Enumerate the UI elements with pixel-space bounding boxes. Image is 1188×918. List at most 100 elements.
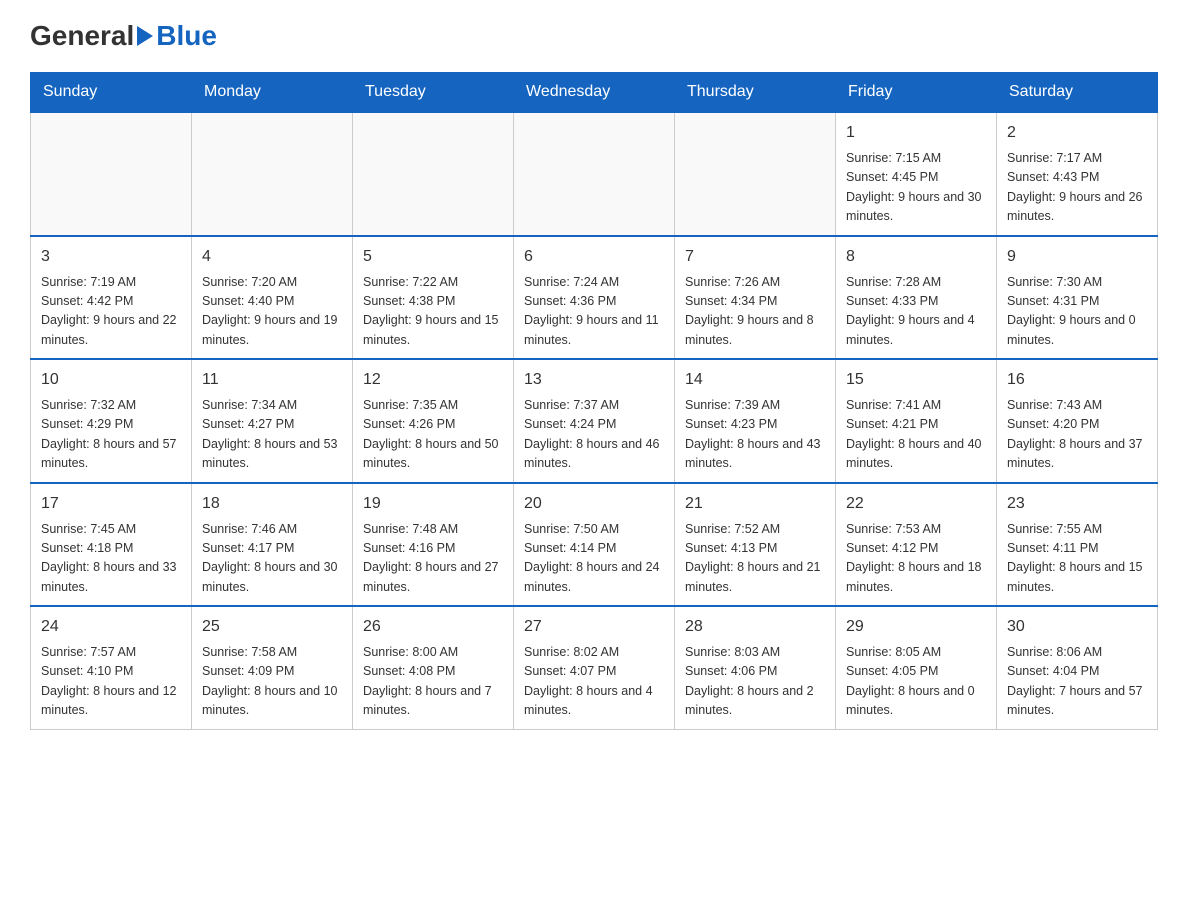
week-row-1: 1 Sunrise: 7:15 AM Sunset: 4:45 PM Daylig… bbox=[31, 112, 1158, 236]
calendar-cell: 25 Sunrise: 7:58 AM Sunset: 4:09 PM Dayli… bbox=[192, 606, 353, 729]
week-row-4: 17 Sunrise: 7:45 AM Sunset: 4:18 PM Dayli… bbox=[31, 483, 1158, 607]
day-number: 28 bbox=[685, 615, 825, 639]
calendar-cell bbox=[192, 112, 353, 236]
day-info: Sunrise: 7:17 AM Sunset: 4:43 PM Dayligh… bbox=[1007, 149, 1147, 227]
day-number: 25 bbox=[202, 615, 342, 639]
calendar-cell: 5Sunrise: 7:22 AM Sunset: 4:38 PM Daylig… bbox=[353, 236, 514, 360]
day-info: Sunrise: 7:32 AM Sunset: 4:29 PM Dayligh… bbox=[41, 396, 181, 474]
day-number: 27 bbox=[524, 615, 664, 639]
day-number: 8 bbox=[846, 245, 986, 269]
day-number: 29 bbox=[846, 615, 986, 639]
day-info: Sunrise: 7:34 AM Sunset: 4:27 PM Dayligh… bbox=[202, 396, 342, 474]
day-number: 26 bbox=[363, 615, 503, 639]
day-info: Sunrise: 8:06 AM Sunset: 4:04 PM Dayligh… bbox=[1007, 643, 1147, 721]
logo-arrow-icon bbox=[137, 26, 153, 46]
day-info: Sunrise: 7:48 AM Sunset: 4:16 PM Dayligh… bbox=[363, 520, 503, 598]
calendar-cell: 24Sunrise: 7:57 AM Sunset: 4:10 PM Dayli… bbox=[31, 606, 192, 729]
day-info: Sunrise: 7:28 AM Sunset: 4:33 PM Dayligh… bbox=[846, 273, 986, 351]
calendar-cell: 17 Sunrise: 7:45 AM Sunset: 4:18 PM Dayli… bbox=[31, 483, 192, 607]
calendar-cell: 29 Sunrise: 8:05 AM Sunset: 4:05 PM Dayli… bbox=[836, 606, 997, 729]
calendar-cell: 10 Sunrise: 7:32 AM Sunset: 4:29 PM Dayli… bbox=[31, 359, 192, 483]
calendar-cell: 13 Sunrise: 7:37 AM Sunset: 4:24 PM Dayli… bbox=[514, 359, 675, 483]
day-info: Sunrise: 7:53 AM Sunset: 4:12 PM Dayligh… bbox=[846, 520, 986, 598]
calendar-cell: 7 Sunrise: 7:26 AM Sunset: 4:34 PM Daylig… bbox=[675, 236, 836, 360]
day-header-thursday: Thursday bbox=[675, 73, 836, 113]
day-number: 7 bbox=[685, 245, 825, 269]
day-info: Sunrise: 7:43 AM Sunset: 4:20 PM Dayligh… bbox=[1007, 396, 1147, 474]
calendar-cell: 9 Sunrise: 7:30 AM Sunset: 4:31 PM Daylig… bbox=[997, 236, 1158, 360]
day-info: Sunrise: 7:45 AM Sunset: 4:18 PM Dayligh… bbox=[41, 520, 181, 598]
day-number: 13 bbox=[524, 368, 664, 392]
page-header: General Blue bbox=[30, 20, 1158, 52]
day-number: 14 bbox=[685, 368, 825, 392]
day-info: Sunrise: 7:41 AM Sunset: 4:21 PM Dayligh… bbox=[846, 396, 986, 474]
calendar-cell: 16 Sunrise: 7:43 AM Sunset: 4:20 PM Dayli… bbox=[997, 359, 1158, 483]
calendar-cell: 4Sunrise: 7:20 AM Sunset: 4:40 PM Daylig… bbox=[192, 236, 353, 360]
calendar-cell: 21 Sunrise: 7:52 AM Sunset: 4:13 PM Dayli… bbox=[675, 483, 836, 607]
calendar-cell: 23 Sunrise: 7:55 AM Sunset: 4:11 PM Dayli… bbox=[997, 483, 1158, 607]
day-info: Sunrise: 7:37 AM Sunset: 4:24 PM Dayligh… bbox=[524, 396, 664, 474]
day-info: Sunrise: 7:35 AM Sunset: 4:26 PM Dayligh… bbox=[363, 396, 503, 474]
day-info: Sunrise: 7:58 AM Sunset: 4:09 PM Dayligh… bbox=[202, 643, 342, 721]
day-number: 12 bbox=[363, 368, 503, 392]
day-info: Sunrise: 7:46 AM Sunset: 4:17 PM Dayligh… bbox=[202, 520, 342, 598]
calendar-cell bbox=[31, 112, 192, 236]
calendar-cell: 1 Sunrise: 7:15 AM Sunset: 4:45 PM Daylig… bbox=[836, 112, 997, 236]
day-info: Sunrise: 7:52 AM Sunset: 4:13 PM Dayligh… bbox=[685, 520, 825, 598]
week-row-5: 24Sunrise: 7:57 AM Sunset: 4:10 PM Dayli… bbox=[31, 606, 1158, 729]
calendar-cell: 11 Sunrise: 7:34 AM Sunset: 4:27 PM Dayli… bbox=[192, 359, 353, 483]
day-header-tuesday: Tuesday bbox=[353, 73, 514, 113]
day-number: 5 bbox=[363, 245, 503, 269]
day-header-wednesday: Wednesday bbox=[514, 73, 675, 113]
calendar-header-row: SundayMondayTuesdayWednesdayThursdayFrid… bbox=[31, 73, 1158, 113]
day-number: 19 bbox=[363, 492, 503, 516]
day-info: Sunrise: 8:03 AM Sunset: 4:06 PM Dayligh… bbox=[685, 643, 825, 721]
calendar-cell: 2 Sunrise: 7:17 AM Sunset: 4:43 PM Daylig… bbox=[997, 112, 1158, 236]
day-number: 21 bbox=[685, 492, 825, 516]
day-number: 16 bbox=[1007, 368, 1147, 392]
day-info: Sunrise: 7:55 AM Sunset: 4:11 PM Dayligh… bbox=[1007, 520, 1147, 598]
week-row-3: 10 Sunrise: 7:32 AM Sunset: 4:29 PM Dayli… bbox=[31, 359, 1158, 483]
day-info: Sunrise: 7:57 AM Sunset: 4:10 PM Dayligh… bbox=[41, 643, 181, 721]
day-number: 3 bbox=[41, 245, 181, 269]
calendar-cell bbox=[353, 112, 514, 236]
calendar-cell: 28 Sunrise: 8:03 AM Sunset: 4:06 PM Dayli… bbox=[675, 606, 836, 729]
calendar-cell: 6 Sunrise: 7:24 AM Sunset: 4:36 PM Daylig… bbox=[514, 236, 675, 360]
week-row-2: 3Sunrise: 7:19 AM Sunset: 4:42 PM Daylig… bbox=[31, 236, 1158, 360]
day-number: 20 bbox=[524, 492, 664, 516]
day-info: Sunrise: 8:00 AM Sunset: 4:08 PM Dayligh… bbox=[363, 643, 503, 721]
day-info: Sunrise: 7:24 AM Sunset: 4:36 PM Dayligh… bbox=[524, 273, 664, 351]
day-number: 4 bbox=[202, 245, 342, 269]
calendar-cell: 15 Sunrise: 7:41 AM Sunset: 4:21 PM Dayli… bbox=[836, 359, 997, 483]
calendar-cell bbox=[675, 112, 836, 236]
calendar-cell: 8 Sunrise: 7:28 AM Sunset: 4:33 PM Daylig… bbox=[836, 236, 997, 360]
logo-general: General bbox=[30, 20, 134, 52]
day-info: Sunrise: 7:15 AM Sunset: 4:45 PM Dayligh… bbox=[846, 149, 986, 227]
day-header-saturday: Saturday bbox=[997, 73, 1158, 113]
day-number: 18 bbox=[202, 492, 342, 516]
day-number: 2 bbox=[1007, 121, 1147, 145]
day-number: 11 bbox=[202, 368, 342, 392]
day-header-monday: Monday bbox=[192, 73, 353, 113]
day-number: 22 bbox=[846, 492, 986, 516]
day-info: Sunrise: 7:39 AM Sunset: 4:23 PM Dayligh… bbox=[685, 396, 825, 474]
day-header-sunday: Sunday bbox=[31, 73, 192, 113]
day-info: Sunrise: 7:30 AM Sunset: 4:31 PM Dayligh… bbox=[1007, 273, 1147, 351]
day-number: 23 bbox=[1007, 492, 1147, 516]
day-number: 9 bbox=[1007, 245, 1147, 269]
day-number: 1 bbox=[846, 121, 986, 145]
day-number: 17 bbox=[41, 492, 181, 516]
day-info: Sunrise: 8:02 AM Sunset: 4:07 PM Dayligh… bbox=[524, 643, 664, 721]
calendar-cell: 26 Sunrise: 8:00 AM Sunset: 4:08 PM Dayli… bbox=[353, 606, 514, 729]
logo: General Blue bbox=[30, 20, 217, 52]
day-info: Sunrise: 8:05 AM Sunset: 4:05 PM Dayligh… bbox=[846, 643, 986, 721]
day-number: 15 bbox=[846, 368, 986, 392]
calendar-cell: 3Sunrise: 7:19 AM Sunset: 4:42 PM Daylig… bbox=[31, 236, 192, 360]
calendar-cell: 18 Sunrise: 7:46 AM Sunset: 4:17 PM Dayli… bbox=[192, 483, 353, 607]
calendar-cell: 27 Sunrise: 8:02 AM Sunset: 4:07 PM Dayli… bbox=[514, 606, 675, 729]
day-info: Sunrise: 7:26 AM Sunset: 4:34 PM Dayligh… bbox=[685, 273, 825, 351]
calendar-cell: 30Sunrise: 8:06 AM Sunset: 4:04 PM Dayli… bbox=[997, 606, 1158, 729]
day-number: 6 bbox=[524, 245, 664, 269]
calendar-cell: 19 Sunrise: 7:48 AM Sunset: 4:16 PM Dayli… bbox=[353, 483, 514, 607]
day-number: 10 bbox=[41, 368, 181, 392]
